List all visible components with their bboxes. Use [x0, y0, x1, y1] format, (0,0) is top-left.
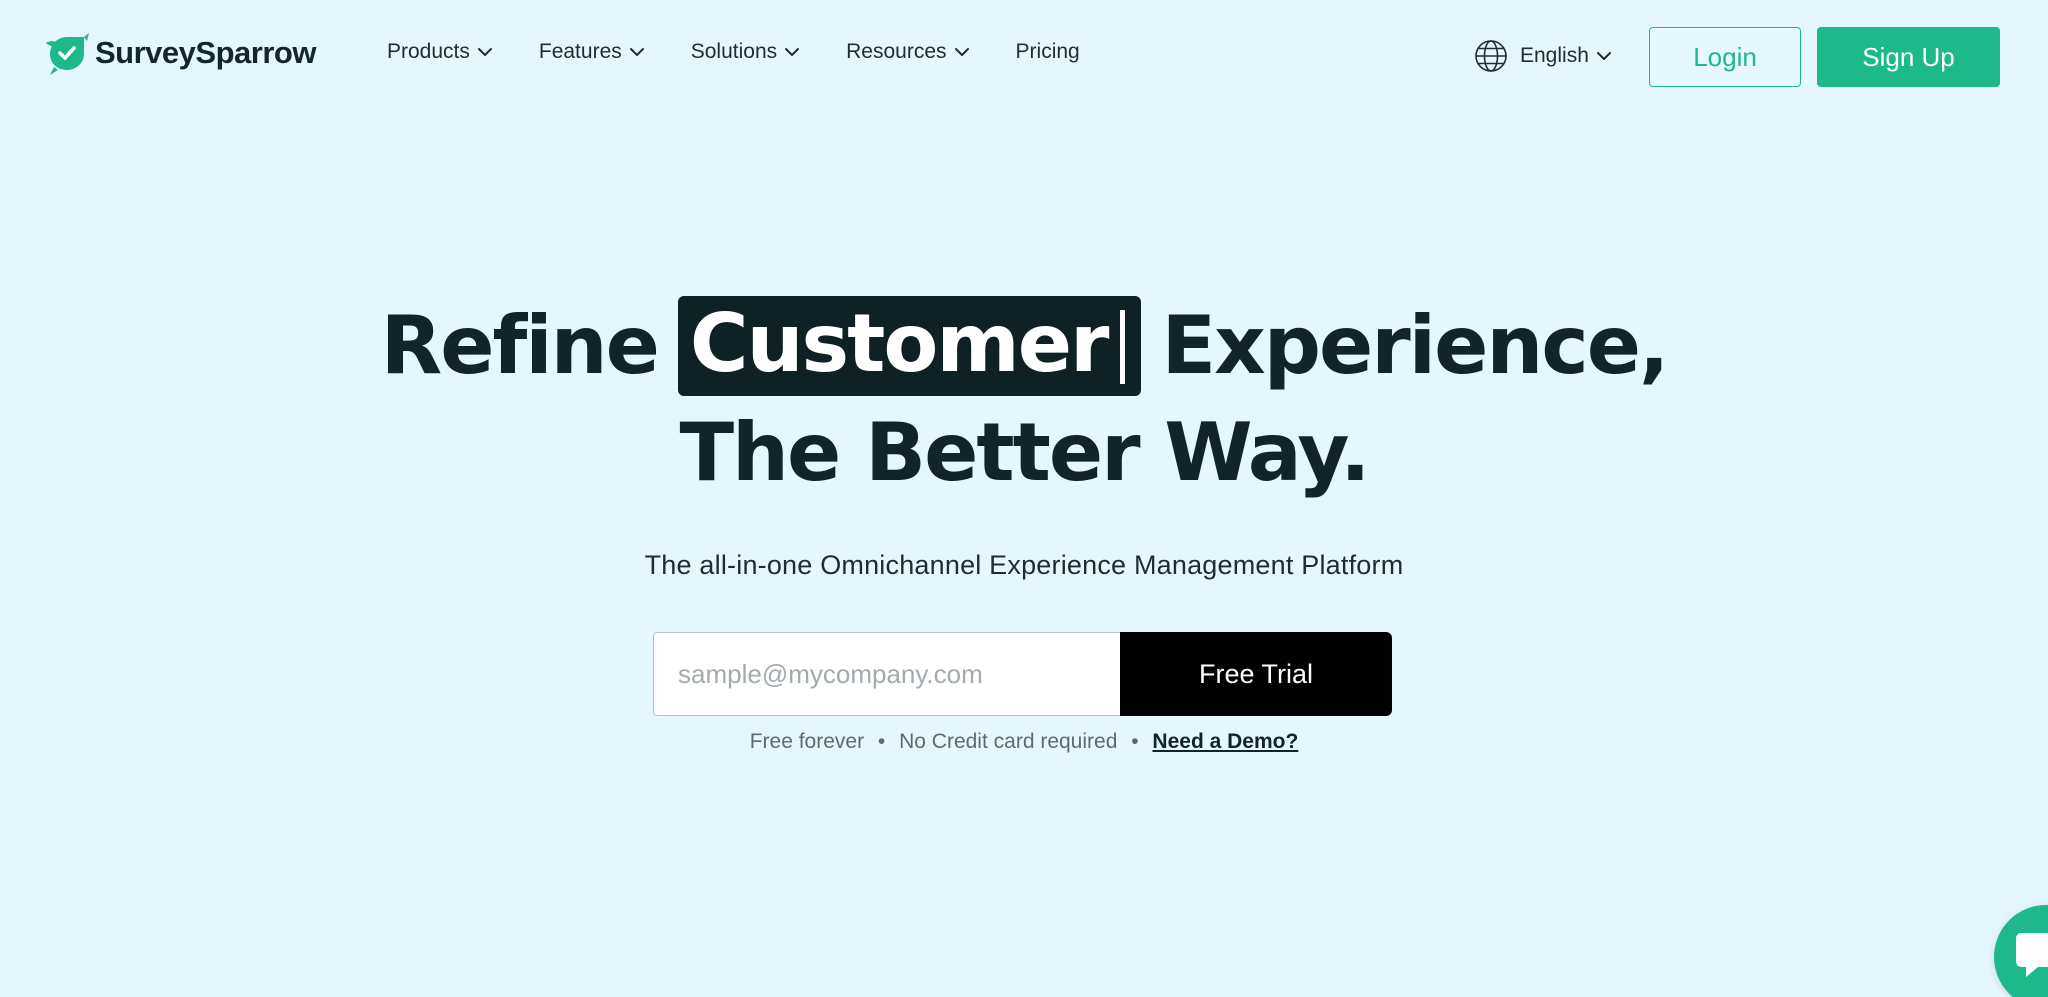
chat-bubble-icon	[2016, 933, 2048, 977]
hero-headline-line1: Refine Customer Experience,	[0, 296, 2048, 396]
chevron-down-icon	[954, 48, 969, 56]
signup-button[interactable]: Sign Up	[1817, 27, 2000, 87]
nav-item-pricing[interactable]: Pricing	[1016, 40, 1080, 64]
footnote-separator: •	[1131, 730, 1139, 753]
sparrow-logo-icon	[46, 33, 89, 75]
chat-widget-button[interactable]	[1994, 905, 2048, 997]
nav-item-label: Pricing	[1015, 40, 1080, 63]
email-input[interactable]	[653, 632, 1120, 716]
chevron-down-icon	[1596, 52, 1611, 60]
language-label: English	[1520, 44, 1589, 67]
language-selector[interactable]: English	[1474, 39, 1612, 73]
nav-item-products[interactable]: Products	[387, 40, 493, 64]
typing-caret	[1120, 310, 1126, 384]
signup-footnote: Free forever • No Credit card required •…	[0, 730, 2048, 754]
footnote-separator: •	[877, 730, 886, 753]
hero-headline-line2: The Better Way.	[679, 406, 1370, 499]
footnote-no-credit-card: No Credit card required	[899, 730, 1118, 753]
login-button[interactable]: Login	[1649, 27, 1801, 87]
hero-subtitle: The all-in-one Omnichannel Experience Ma…	[644, 550, 1404, 580]
chevron-down-icon	[477, 48, 492, 56]
chevron-down-icon	[629, 48, 644, 56]
hero-highlight-word: Customer	[677, 296, 1142, 396]
main-nav: Products Features Solutions Resources Pr…	[387, 40, 1126, 64]
nav-item-resources[interactable]: Resources	[846, 40, 969, 64]
globe-icon	[1475, 40, 1507, 72]
chevron-down-icon	[785, 48, 800, 56]
page: SurveySparrow Products Features Solution…	[0, 0, 2048, 997]
nav-item-label: Solutions	[690, 40, 778, 63]
nav-item-label: Products	[387, 40, 470, 63]
nav-item-label: Features	[538, 40, 622, 63]
free-trial-button[interactable]: Free Trial	[1120, 632, 1392, 716]
trial-signup-form: Free Trial	[653, 632, 1392, 716]
nav-item-features[interactable]: Features	[539, 40, 645, 64]
surveysparrow-logo[interactable]: SurveySparrow	[44, 29, 316, 77]
hero-highlight-text: Customer	[689, 297, 1110, 390]
need-a-demo-link[interactable]: Need a Demo?	[1152, 730, 1298, 753]
hero-word-experience: Experience,	[1161, 299, 1669, 392]
footnote-free-forever: Free forever	[749, 730, 865, 753]
nav-item-label: Resources	[846, 40, 947, 63]
brand-name: SurveySparrow	[95, 35, 316, 70]
nav-item-solutions[interactable]: Solutions	[691, 40, 800, 64]
hero-word-refine: Refine	[380, 299, 660, 392]
